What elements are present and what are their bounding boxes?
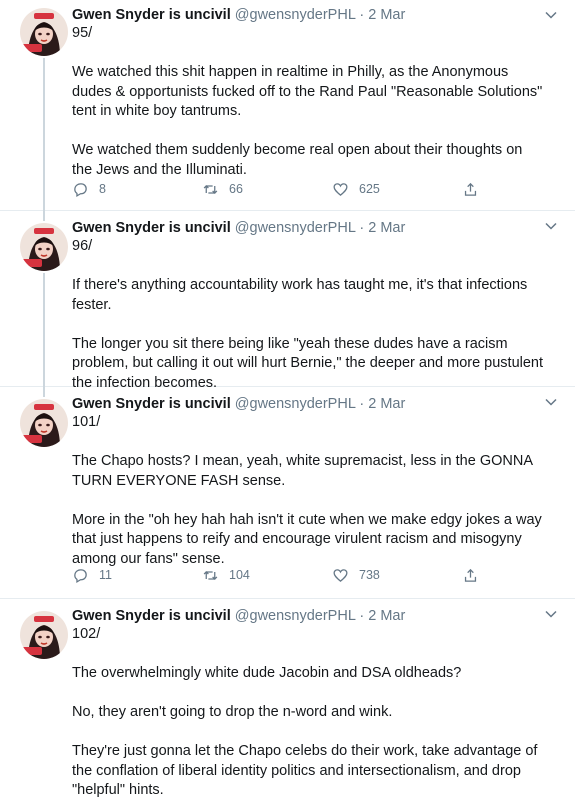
chevron-down-icon[interactable] [544,607,558,621]
avatar[interactable] [20,223,68,271]
reply-icon [74,568,87,583]
chevron-down-icon[interactable] [544,219,558,233]
author-name[interactable]: Gwen Snyder is uncivil [72,608,231,624]
author-handle[interactable]: @gwensnyderPHL [235,220,356,236]
reply-icon [74,182,87,197]
tweet-actions: 11 104 738 [72,564,492,586]
tweet-paragraph: More in the "oh hey hah hah isn't it cut… [72,511,542,567]
tweet-paragraph: If there's anything accountability work … [72,277,528,313]
tweet-body: 96/ If there's anything accountability w… [72,237,545,393]
share-icon [464,182,477,196]
tweet-header: Gwen Snyder is uncivil @gwensnyderPHL · … [72,608,406,624]
reply-button[interactable]: 8 [72,181,202,198]
thread-number: 95/ [72,25,93,41]
share-button[interactable] [462,567,489,584]
retweet-icon [203,570,218,580]
like-button[interactable]: 625 [332,181,462,198]
tweet-paragraph: The Chapo hosts? I mean, yeah, white sup… [72,453,533,489]
reply-button[interactable]: 11 [72,567,202,584]
like-icon [333,568,348,582]
tweet-header: Gwen Snyder is uncivil @gwensnyderPHL · … [72,7,406,23]
thread-number: 101/ [72,414,101,430]
timeline: Gwen Snyder is uncivil @gwensnyderPHL · … [0,0,575,798]
tweet-paragraph: The overwhelmingly white dude Jacobin an… [72,665,462,681]
author-name[interactable]: Gwen Snyder is uncivil [72,7,231,23]
chevron-down-icon[interactable] [544,395,558,409]
tweet-4[interactable]: Gwen Snyder is uncivil @gwensnyderPHL · … [0,599,575,798]
avatar[interactable] [20,8,68,56]
tweet-date[interactable]: 2 Mar [368,220,405,236]
tweet-header: Gwen Snyder is uncivil @gwensnyderPHL · … [72,220,406,236]
tweet-paragraph: We watched this shit happen in realtime … [72,64,543,119]
tweet-3[interactable]: Gwen Snyder is uncivil @gwensnyderPHL · … [0,387,575,599]
retweet-button[interactable]: 66 [202,181,332,198]
tweet-actions: 8 66 625 [72,178,492,200]
like-count: 738 [359,568,380,582]
avatar[interactable] [20,399,68,447]
tweet-date[interactable]: 2 Mar [368,7,405,23]
author-handle[interactable]: @gwensnyderPHL [235,7,356,23]
author-name[interactable]: Gwen Snyder is uncivil [72,220,231,236]
tweet-body: 101/ The Chapo hosts? I mean, yeah, whit… [72,413,545,569]
author-handle[interactable]: @gwensnyderPHL [235,396,356,412]
share-icon [464,568,477,582]
tweet-header: Gwen Snyder is uncivil @gwensnyderPHL · … [72,396,406,412]
thread-line [43,273,45,387]
author-name[interactable]: Gwen Snyder is uncivil [72,396,231,412]
tweet-date[interactable]: 2 Mar [368,396,405,412]
like-icon [333,182,348,196]
thread-number: 102/ [72,626,101,642]
reply-count: 11 [99,568,112,582]
retweet-count: 66 [229,182,243,196]
thread-number: 96/ [72,238,93,254]
like-count: 625 [359,182,380,196]
thread-line [43,387,45,397]
chevron-down-icon[interactable] [544,8,558,22]
author-handle[interactable]: @gwensnyderPHL [235,608,356,624]
tweet-body: 102/ The overwhelmingly white dude Jacob… [72,625,545,801]
tweet-1[interactable]: Gwen Snyder is uncivil @gwensnyderPHL · … [0,0,575,211]
reply-count: 8 [99,182,106,196]
retweet-icon [203,184,218,194]
tweet-paragraph: They're just gonna let the Chapo celebs … [72,743,538,798]
tweet-2[interactable]: Gwen Snyder is uncivil @gwensnyderPHL · … [0,211,575,391]
share-button[interactable] [462,181,489,198]
tweet-date[interactable]: 2 Mar [368,608,405,624]
retweet-count: 104 [229,568,250,582]
thread-line [43,211,45,221]
like-button[interactable]: 738 [332,567,462,584]
avatar[interactable] [20,611,68,659]
tweet-paragraph: No, they aren't going to drop the n-word… [72,704,393,720]
retweet-button[interactable]: 104 [202,567,332,584]
tweet-paragraph: The longer you sit there being like "yea… [72,335,544,391]
tweet-paragraph: We watched them suddenly become real ope… [72,142,523,178]
tweet-body: 95/ We watched this shit happen in realt… [72,24,545,180]
thread-line [43,58,45,211]
